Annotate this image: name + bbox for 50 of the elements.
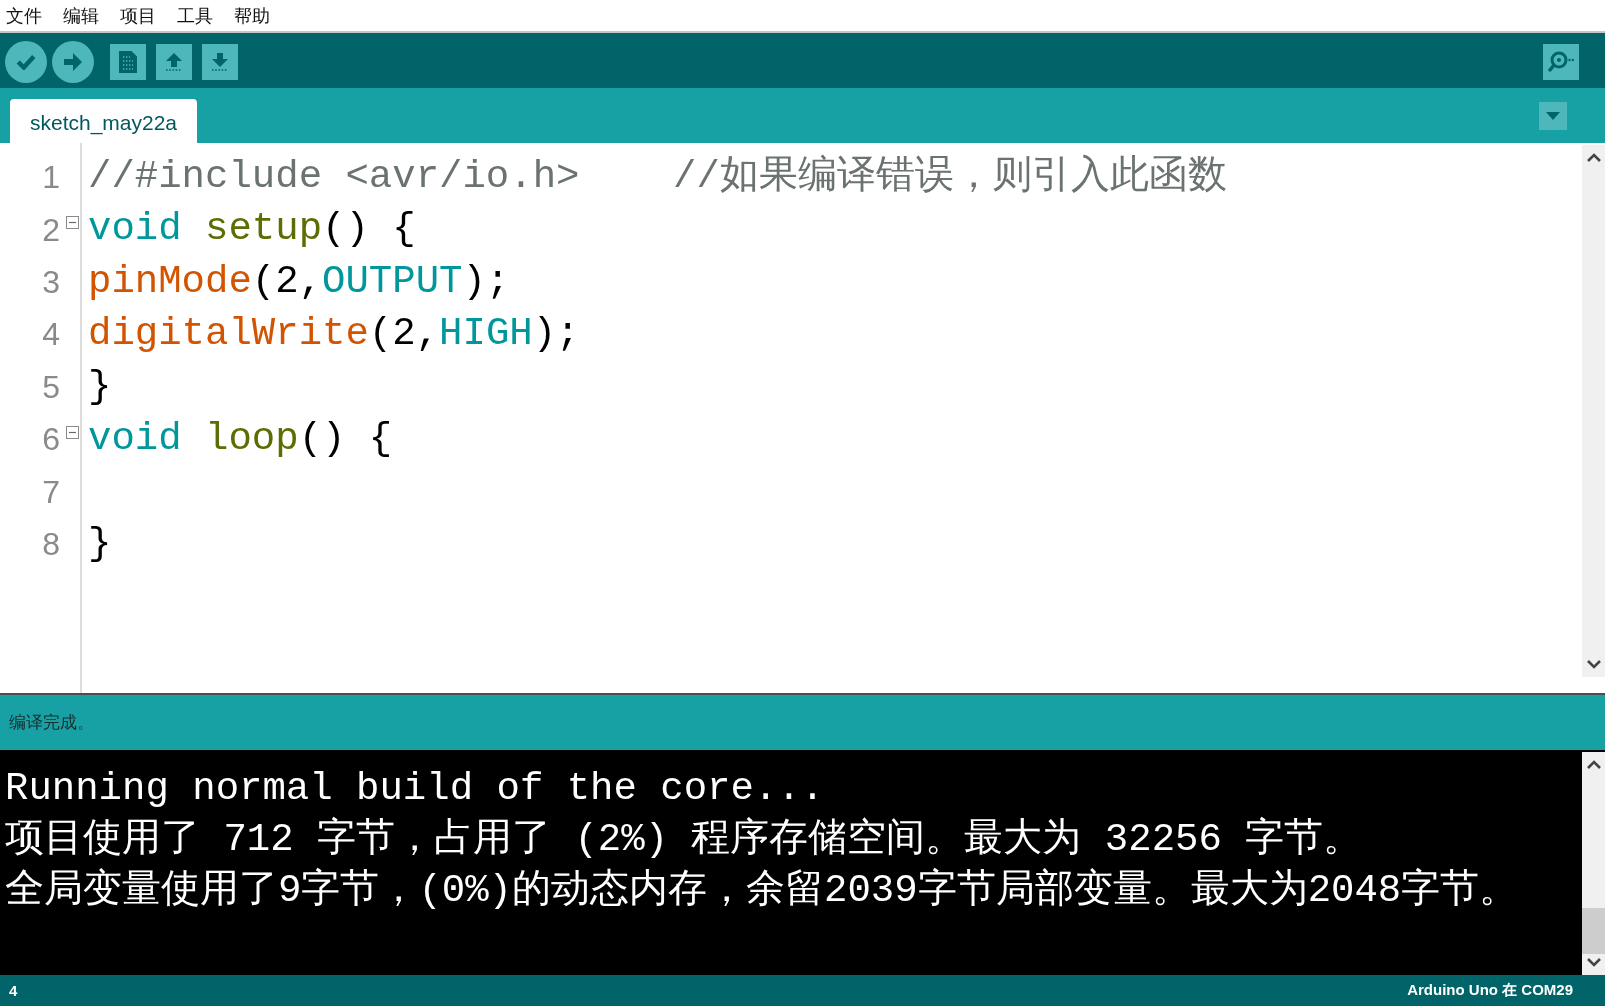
document-icon [119, 50, 137, 73]
board-port-label: Arduino Uno 在 COM29 [1407, 981, 1573, 1000]
chevron-down-icon[interactable] [1586, 660, 1601, 669]
serial-monitor-button[interactable] [1543, 43, 1579, 80]
chevron-down-icon[interactable] [1586, 958, 1601, 967]
tab-menu-button[interactable] [1539, 101, 1567, 130]
chevron-up-icon[interactable] [1586, 153, 1601, 162]
code-line: digitalWrite(2,HIGH); [88, 311, 581, 359]
line-number: 8 [42, 527, 60, 560]
chevron-up-icon[interactable] [1586, 760, 1601, 769]
collapse-icon[interactable] [66, 425, 79, 439]
caret-down-icon [1546, 111, 1560, 120]
check-icon [16, 53, 36, 70]
line-number: 7 [42, 475, 60, 508]
code-line: void loop() { [88, 415, 394, 463]
line-indicator: 4 [9, 982, 18, 999]
arrow-right-icon [64, 52, 82, 71]
scrollbar[interactable] [1582, 145, 1605, 677]
menu-item[interactable]: 文件 [6, 6, 42, 25]
line-number: 1 [42, 161, 60, 194]
upload-button[interactable] [52, 40, 94, 83]
tab[interactable]: sketch_may22a [10, 99, 197, 143]
line-number: 6 [42, 423, 60, 456]
open-button[interactable] [156, 43, 192, 80]
arrow-down-icon [212, 52, 228, 71]
console-line: 项目使用了 712 字节，占用了 (2%) 程序存储空间。最大为 32256 字节。 [5, 816, 1364, 864]
arrow-up-icon [166, 52, 182, 71]
console-line: 全局变量使用了9字节，(0%)的动态内存，余留2039字节局部变量。最大为2048字节。 [5, 867, 1520, 915]
code-line: pinMode(2,OUTPUT); [88, 258, 511, 306]
code-line: } [88, 363, 113, 411]
line-number: 4 [42, 318, 60, 351]
status-message: 编译完成。 [9, 712, 94, 734]
scrollbar[interactable] [1582, 752, 1605, 975]
scrollbar-thumb[interactable] [1582, 908, 1605, 954]
menu-item[interactable]: 编辑 [63, 6, 99, 25]
line-number: 3 [42, 265, 60, 298]
verify-button[interactable] [5, 40, 47, 83]
magnifier-icon [1548, 51, 1574, 72]
menu-item[interactable]: 帮助 [234, 6, 270, 25]
line-number: 2 [42, 213, 60, 246]
collapse-icon[interactable] [66, 216, 79, 230]
console-line: Running normal build of the core... [5, 766, 826, 813]
code-line: void setup() { [88, 206, 417, 254]
menu-item[interactable]: 项目 [120, 6, 156, 25]
save-button[interactable] [202, 43, 238, 80]
line-number: 5 [42, 370, 60, 403]
new-button[interactable] [110, 43, 146, 80]
menu-item[interactable]: 工具 [177, 6, 213, 25]
code-line: } [88, 520, 113, 568]
code-line: //#include <avr/io.h> //如果编译错误，则引入此函数 [88, 153, 1228, 201]
